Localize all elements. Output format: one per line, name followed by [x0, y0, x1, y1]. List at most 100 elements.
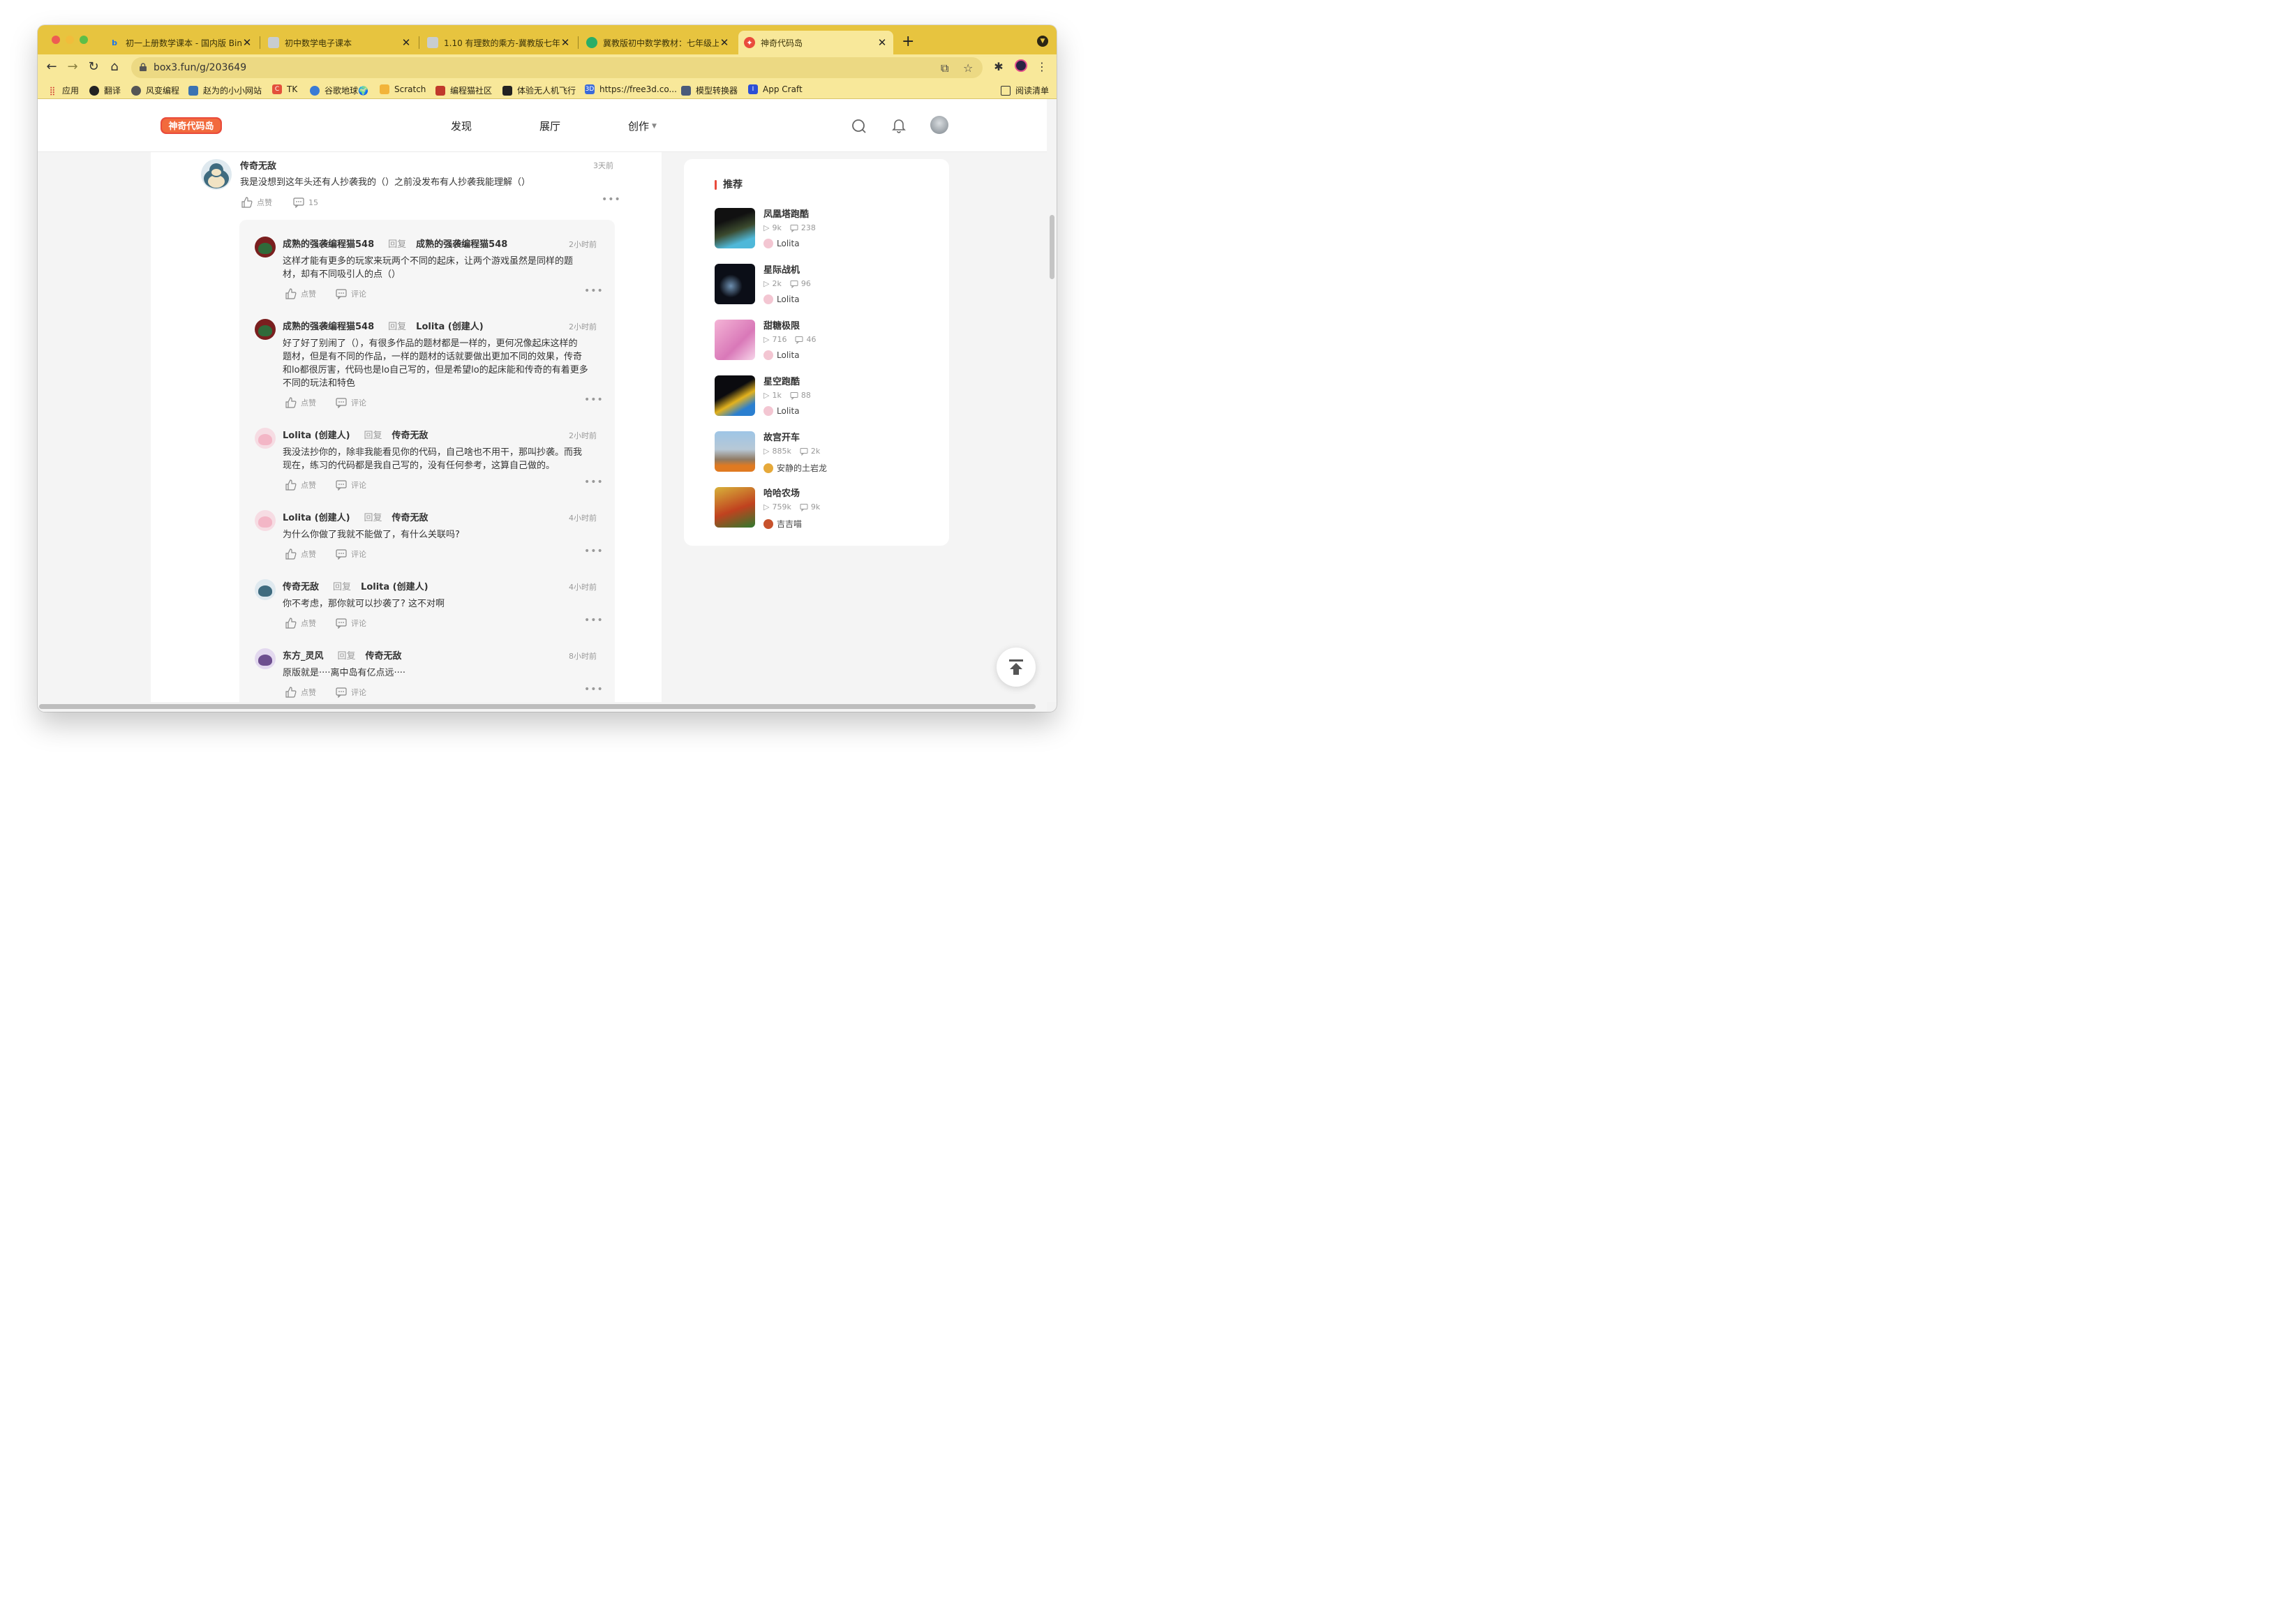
- game-author[interactable]: 吉吉喵: [763, 518, 802, 530]
- like-button[interactable]: 点赞: [285, 687, 316, 698]
- bookmark-zhaowei[interactable]: 赵为的小小网站: [188, 84, 262, 96]
- game-author[interactable]: Lolita: [763, 406, 800, 416]
- bookmark-star-icon[interactable]: ☆: [963, 61, 973, 75]
- nav-create[interactable]: 创作 ▼: [628, 119, 657, 133]
- tab-exponent-lesson[interactable]: 1.10 有理数的乘方-冀教版七年级 ✕: [422, 31, 576, 54]
- bell-icon[interactable]: [892, 118, 906, 133]
- bookmark-tk[interactable]: C TK: [272, 84, 297, 94]
- comment-author[interactable]: 传奇无敌: [240, 158, 276, 172]
- reply-author[interactable]: Lolita (创建人): [283, 510, 350, 523]
- tab-search-icon[interactable]: ▼: [1037, 36, 1048, 47]
- site-logo[interactable]: 神奇代码岛: [159, 114, 223, 137]
- tab-textbook-wechat[interactable]: 冀教版初中数学教材：七年级上册 ✕: [581, 31, 736, 54]
- comment-button[interactable]: 评论: [336, 397, 366, 408]
- like-button[interactable]: 点赞: [285, 288, 316, 299]
- vertical-scroll-thumb[interactable]: [1050, 215, 1054, 279]
- forward-button[interactable]: →: [64, 59, 81, 74]
- comment-button[interactable]: 评论: [336, 288, 366, 299]
- more-options-icon[interactable]: •••: [584, 477, 604, 488]
- reload-button[interactable]: ↻: [85, 59, 102, 74]
- bookmark-google-earth[interactable]: 谷歌地球🌍: [310, 84, 368, 96]
- more-options-icon[interactable]: •••: [584, 615, 604, 626]
- profile-avatar[interactable]: [1013, 59, 1029, 75]
- reply-target[interactable]: Lolita (创建人): [416, 319, 484, 332]
- extensions-icon[interactable]: ✱: [991, 60, 1006, 75]
- horizontal-scrollbar[interactable]: [38, 702, 1047, 712]
- game-author[interactable]: Lolita: [763, 350, 800, 360]
- avatar[interactable]: [255, 510, 276, 531]
- bookmark-model-converter[interactable]: 模型转换器: [681, 84, 738, 96]
- horizontal-scroll-thumb[interactable]: [39, 704, 1036, 709]
- vertical-scrollbar[interactable]: [1047, 99, 1057, 702]
- recommend-item[interactable]: 凤凰塔跑酷 ▷ 9k 238 Lolita: [715, 208, 924, 264]
- like-button[interactable]: 点赞: [285, 548, 316, 560]
- recommend-item[interactable]: 哈哈农场 ▷ 759k 9k 吉吉喵: [715, 487, 924, 543]
- recommend-item[interactable]: 星空跑酷 ▷ 1k 88 Lolita: [715, 375, 924, 431]
- game-thumbnail[interactable]: [715, 320, 755, 360]
- reply-author[interactable]: 传奇无敌: [283, 579, 319, 592]
- recommend-item[interactable]: 故宫开车 ▷ 885k 2k 安静的土岩龙: [715, 431, 924, 487]
- avatar[interactable]: [201, 159, 232, 190]
- game-author[interactable]: Lolita: [763, 239, 800, 248]
- zoom-window-button[interactable]: [80, 36, 88, 44]
- tab-bing[interactable]: b 初一上册数学课本 - 国内版 Bing ✕: [103, 31, 258, 54]
- new-tab-button[interactable]: +: [902, 33, 914, 50]
- search-icon[interactable]: [851, 119, 867, 134]
- recommend-item[interactable]: 甜糖极限 ▷ 716 46 Lolita: [715, 320, 924, 375]
- nav-gallery[interactable]: 展厅: [539, 119, 560, 133]
- reply-author[interactable]: 成熟的强袭编程猫548: [283, 237, 374, 250]
- reply-author[interactable]: 成熟的强袭编程猫548: [283, 319, 374, 332]
- game-title[interactable]: 甜糖极限: [763, 318, 800, 331]
- reply-target[interactable]: 传奇无敌: [392, 510, 428, 523]
- like-button[interactable]: 点赞: [285, 618, 316, 629]
- game-thumbnail[interactable]: [715, 431, 755, 472]
- reply-target[interactable]: 传奇无敌: [392, 428, 428, 441]
- game-title[interactable]: 凤凰塔跑酷: [763, 207, 809, 220]
- avatar[interactable]: [255, 237, 276, 257]
- like-button[interactable]: 点赞: [241, 197, 272, 208]
- comment-button[interactable]: 评论: [336, 618, 366, 629]
- user-avatar[interactable]: [930, 116, 948, 134]
- game-thumbnail[interactable]: [715, 208, 755, 248]
- reply-target[interactable]: Lolita (创建人): [361, 579, 428, 592]
- address-bar[interactable]: box3.fun/g/203649 ⧉ ☆: [131, 57, 983, 78]
- game-thumbnail[interactable]: [715, 264, 755, 304]
- avatar[interactable]: [255, 648, 276, 669]
- game-title[interactable]: 星空跑酷: [763, 374, 800, 387]
- bookmark-app-craft[interactable]: I App Craft: [748, 84, 803, 94]
- home-button[interactable]: ⌂: [106, 59, 123, 74]
- bookmark-drone[interactable]: 体验无人机飞行: [502, 84, 576, 96]
- like-button[interactable]: 点赞: [285, 397, 316, 408]
- bookmark-translate[interactable]: 翻译: [89, 84, 121, 96]
- avatar[interactable]: [255, 579, 276, 600]
- tab-math-ebook[interactable]: 初中数学电子课本 ✕: [262, 31, 417, 54]
- game-author[interactable]: Lolita: [763, 294, 800, 304]
- game-thumbnail[interactable]: [715, 487, 755, 528]
- back-button[interactable]: ←: [43, 59, 60, 74]
- close-tab-icon[interactable]: ✕: [241, 36, 253, 49]
- game-author[interactable]: 安静的土岩龙: [763, 462, 827, 474]
- reply-author[interactable]: 东方_灵风: [283, 648, 324, 662]
- close-window-button[interactable]: [52, 36, 60, 44]
- minimize-window-button[interactable]: [66, 36, 74, 44]
- tab-box3[interactable]: ✦ 神奇代码岛 ✕: [738, 31, 893, 54]
- nav-discover[interactable]: 发现: [451, 119, 472, 133]
- like-button[interactable]: 点赞: [285, 479, 316, 491]
- more-options-icon[interactable]: •••: [584, 684, 604, 695]
- recommend-item[interactable]: 星际战机 ▷ 2k 96 Lolita: [715, 264, 924, 320]
- bookmark-apps[interactable]: ⣿ 应用: [47, 84, 79, 96]
- avatar[interactable]: [255, 428, 276, 449]
- game-thumbnail[interactable]: [715, 375, 755, 416]
- close-tab-icon[interactable]: ✕: [877, 36, 888, 49]
- bookmark-scratch[interactable]: Scratch: [380, 84, 426, 94]
- game-title[interactable]: 星际战机: [763, 262, 800, 276]
- reply-count-button[interactable]: 15: [293, 197, 318, 208]
- reply-author[interactable]: Lolita (创建人): [283, 428, 350, 441]
- bookmark-fengbian[interactable]: 风变编程: [131, 84, 179, 96]
- open-in-app-icon[interactable]: ⧉: [941, 61, 948, 75]
- more-options-icon[interactable]: •••: [584, 285, 604, 297]
- back-to-top-button[interactable]: [997, 648, 1036, 687]
- reply-target[interactable]: 成熟的强袭编程猫548: [416, 237, 507, 250]
- close-tab-icon[interactable]: ✕: [401, 36, 412, 49]
- browser-menu-icon[interactable]: ⋮: [1034, 60, 1050, 75]
